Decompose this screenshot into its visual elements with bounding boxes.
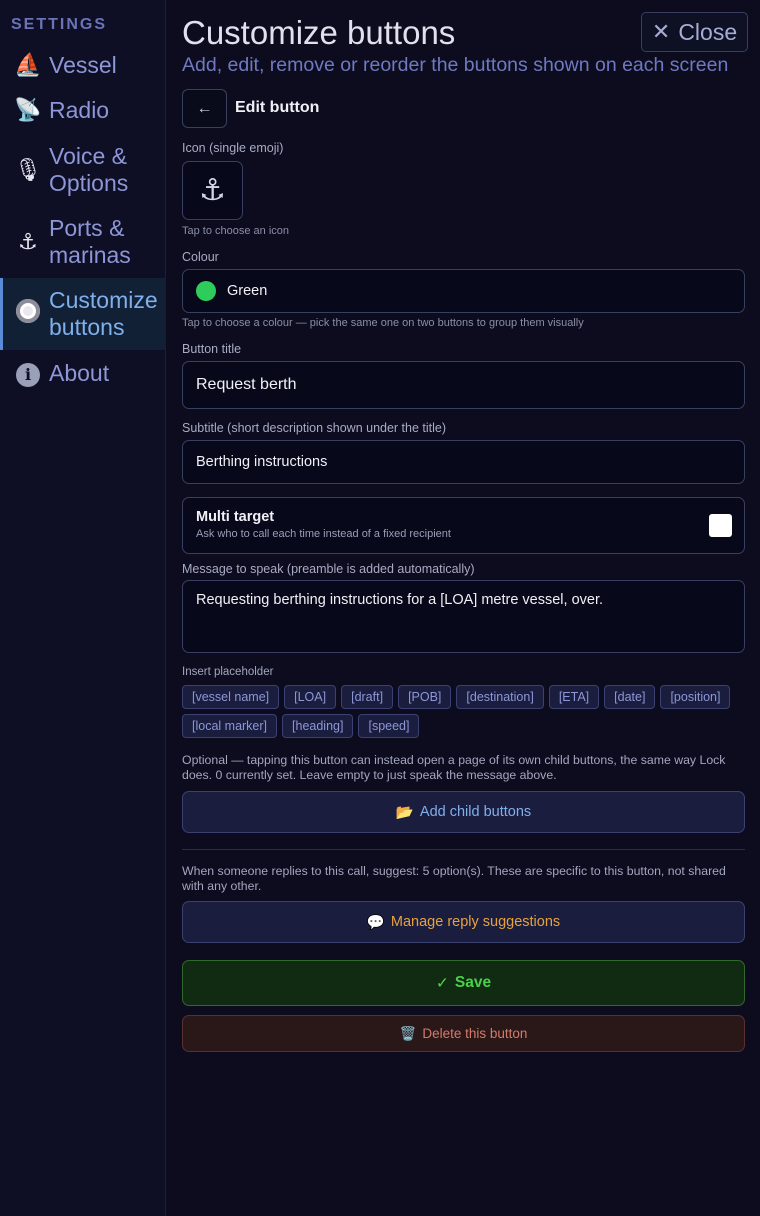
sidebar-item-vessel[interactable]: ⛵ Vessel — [0, 48, 166, 82]
button-title-input[interactable]: Request berth — [182, 361, 745, 409]
multi-target-title: Multi target — [196, 509, 275, 525]
sidebar-item-customize-buttons[interactable]: Customize buttons — [0, 278, 166, 350]
trash-icon: 🗑️ — [399, 1025, 417, 1041]
sidebar-item-label: Customize buttons — [49, 287, 158, 340]
colour-hint: Tap to choose a colour — pick the same o… — [182, 317, 584, 329]
sidebar-item-about[interactable]: i About — [0, 356, 166, 390]
subtitle-input[interactable]: Berthing instructions — [182, 440, 745, 484]
main-panel: Customize buttons Add, edit, remove or r… — [182, 0, 748, 1216]
multi-target-checkbox[interactable] — [709, 514, 732, 537]
sailboat-icon: ⛵ — [14, 52, 42, 77]
subtitle-field-label: Subtitle (short description shown under … — [182, 421, 447, 435]
arrow-left-icon: ← — [196, 99, 213, 117]
back-button[interactable]: ← — [182, 89, 227, 128]
multi-target-toggle[interactable]: Multi target Ask who to call each time i… — [182, 497, 745, 554]
sidebar-item-label: Ports & marinas — [49, 215, 131, 268]
colour-name: Green — [227, 283, 268, 299]
colour-swatch — [196, 281, 216, 301]
placeholder-chip[interactable]: [draft] — [341, 685, 394, 709]
colour-field-label: Colour — [182, 250, 219, 264]
close-label: Close — [678, 18, 738, 45]
placeholder-chip[interactable]: [local marker] — [182, 714, 278, 738]
manage-reply-suggestions-button[interactable]: 💬 Manage reply suggestions — [182, 901, 745, 943]
sidebar-item-voice-options[interactable]: 🎙 Voice & Options — [0, 140, 166, 200]
sidebar-item-label: Voice & Options — [49, 143, 129, 196]
icon-hint: Tap to choose an icon — [182, 225, 290, 237]
placeholder-chip[interactable]: [heading] — [282, 714, 354, 738]
page-title: Customize buttons — [182, 14, 456, 51]
settings-sidebar: SETTINGS ⛵ Vessel 📡 Radio 🎙 Voice & Opti… — [0, 0, 166, 1216]
add-child-buttons-label: Add child buttons — [419, 804, 532, 820]
message-field-label: Message to speak (preamble is added auto… — [182, 562, 475, 576]
button-title-label: Button title — [182, 342, 242, 356]
placeholder-chip[interactable]: [speed] — [358, 714, 420, 738]
sidebar-item-ports-marinas[interactable]: ⚓ Ports & marinas — [0, 212, 166, 272]
colour-picker[interactable]: Green — [182, 269, 745, 313]
child-buttons-info: Optional — tapping this button can inste… — [182, 753, 726, 782]
placeholder-chip[interactable]: [vessel name] — [182, 685, 280, 709]
placeholder-label: Insert placeholder — [182, 666, 274, 678]
satellite-dish-icon: 📡 — [14, 97, 42, 122]
sidebar-item-label: Radio — [49, 96, 110, 123]
multi-target-description: Ask who to call each time instead of a f… — [196, 528, 451, 540]
delete-label: Delete this button — [422, 1026, 528, 1041]
save-label: Save — [454, 974, 492, 991]
anchor-icon: ⚓ — [18, 229, 38, 254]
check-icon: ✓ — [435, 974, 449, 992]
record-button-icon — [14, 299, 42, 329]
close-button[interactable]: ✕ Close — [641, 12, 748, 52]
sidebar-item-label: About — [49, 359, 110, 386]
placeholder-chip[interactable]: [LOA] — [284, 685, 337, 709]
close-icon: ✕ — [651, 19, 671, 44]
placeholder-chip[interactable]: [position] — [660, 685, 731, 709]
message-textarea[interactable]: Requesting berthing instructions for a [… — [182, 580, 745, 653]
save-button[interactable]: ✓ Save — [182, 960, 745, 1006]
placeholder-chip-row: [local marker] [heading] [speed] — [182, 714, 746, 738]
page-subtitle: Add, edit, remove or reorder the buttons… — [182, 54, 729, 76]
placeholder-chip[interactable]: [ETA] — [548, 685, 600, 709]
manage-reply-suggestions-label: Manage reply suggestions — [390, 914, 561, 930]
placeholder-chip[interactable]: [POB] — [398, 685, 452, 709]
divider — [182, 849, 745, 850]
placeholder-chip[interactable]: [destination] — [456, 685, 544, 709]
icon-picker[interactable]: ⚓ — [182, 161, 243, 220]
microphone-icon: 🎙 — [14, 157, 42, 182]
speech-bubble-icon: 💬 — [366, 914, 385, 931]
info-icon: i — [14, 360, 42, 387]
folder-icon: 📂 — [395, 804, 414, 821]
placeholder-chips: [vessel name] [LOA] [draft] [POB] [destinati… — [182, 685, 746, 743]
sidebar-heading: SETTINGS — [11, 16, 108, 33]
placeholder-chip-row: [vessel name] [LOA] [draft] [POB] [destinati… — [182, 685, 746, 709]
reply-suggestions-info: When someone replies to this call, sugge… — [182, 864, 726, 893]
placeholder-chip[interactable]: [date] — [604, 685, 656, 709]
delete-button[interactable]: 🗑️ Delete this button — [182, 1015, 745, 1052]
sidebar-item-label: Vessel — [49, 51, 117, 78]
icon-field-label: Icon (single emoji) — [182, 141, 284, 155]
edit-button-heading: Edit button — [235, 99, 320, 116]
add-child-buttons-button[interactable]: 📂 Add child buttons — [182, 791, 745, 833]
anchor-icon: ⚓ — [199, 174, 226, 207]
sidebar-item-radio[interactable]: 📡 Radio — [0, 93, 166, 127]
